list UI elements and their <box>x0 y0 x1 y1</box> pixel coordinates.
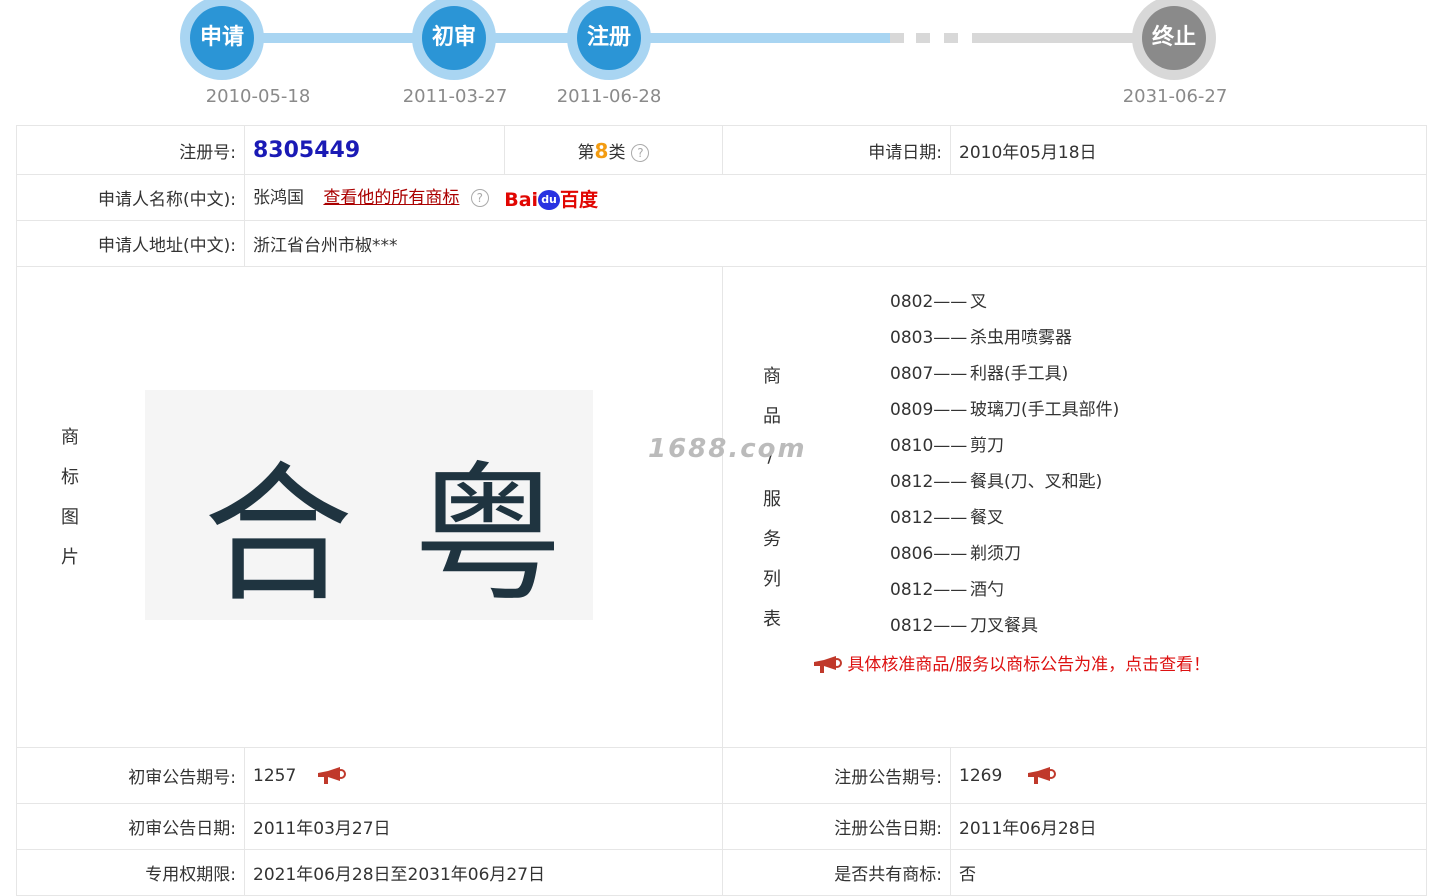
shared-value: 否 <box>950 849 1427 896</box>
help-icon[interactable]: ? <box>631 143 650 162</box>
goods-name: 利器(手工具) <box>970 364 1069 384</box>
goods-list: 0802—— 叉 0803—— 杀虫用喷雾器 0807—— 利器(手工具) 0809—— 玻璃… <box>890 284 1390 644</box>
goods-item: 0806—— 剃须刀 <box>890 536 1390 572</box>
goods-code: 0812—— <box>890 616 968 636</box>
status-timeline: 申请 2010-05-18 初审 2011-03-27 注册 2011-06-2… <box>0 0 1431 124</box>
trademark-image: 合 粤 <box>145 390 593 623</box>
reg-pub-date-label: 注册公告日期: <box>722 803 951 850</box>
reg-no-label: 注册号: <box>16 125 245 175</box>
goods-code: 0802—— <box>890 292 968 312</box>
megaphone-icon[interactable] <box>1026 766 1056 786</box>
goods-name: 餐叉 <box>970 508 1004 528</box>
goods-item: 0810—— 剪刀 <box>890 428 1390 464</box>
prelim-no-value: 1257 <box>253 765 297 786</box>
step-terminate-label: 终止 <box>1142 6 1206 70</box>
help-icon[interactable]: ? <box>470 189 489 208</box>
apply-date-value: 2010年05月18日 <box>950 125 1427 175</box>
baidu-logo-text-cn: 百度 <box>560 188 599 211</box>
trademark-char-2: 粤 <box>413 449 564 623</box>
goods-code: 0809—— <box>890 400 968 420</box>
goods-notice[interactable]: 具体核准商品/服务以商标公告为准，点击查看！ <box>812 650 1210 675</box>
goods-item: 0809—— 玻璃刀(手工具部件) <box>890 392 1390 428</box>
goods-name: 刀叉餐具 <box>970 616 1038 636</box>
goods-name: 叉 <box>970 292 987 312</box>
baidu-logo-text: Bai <box>504 188 539 211</box>
prelim-date-value: 2011年03月27日 <box>244 803 723 850</box>
megaphone-icon[interactable] <box>316 766 346 786</box>
step-terminate-date: 2031-06-27 <box>1122 86 1228 107</box>
step-apply-label: 申请 <box>190 6 254 70</box>
goods-code: 0810—— <box>890 436 968 456</box>
timeline-dash <box>890 33 904 43</box>
apply-date-label: 申请日期: <box>722 125 951 175</box>
goods-code: 0803—— <box>890 328 968 348</box>
goods-name: 玻璃刀(手工具部件) <box>970 400 1120 420</box>
step-register: 注册 <box>567 0 651 80</box>
baidu-search-button[interactable]: Bai du 百度 <box>504 185 598 212</box>
step-register-label: 注册 <box>577 6 641 70</box>
step-terminate: 终止 <box>1132 0 1216 80</box>
timeline-progress-bar <box>222 33 890 43</box>
exclusive-label: 专用权期限: <box>16 849 245 896</box>
goods-code: 0812—— <box>890 580 968 600</box>
step-prelim-date: 2011-03-27 <box>402 86 508 107</box>
reg-no-value: 8305449 <box>253 137 361 163</box>
baidu-paw-icon: du <box>538 190 561 211</box>
applicant-addr-value: 浙江省台州市椒*** <box>244 220 1427 267</box>
reg-pub-no-label: 注册公告期号: <box>722 747 951 804</box>
goods-name: 杀虫用喷雾器 <box>970 328 1072 348</box>
megaphone-icon <box>814 656 842 673</box>
view-all-trademarks-link[interactable]: 查看他的所有商标 <box>323 188 459 208</box>
goods-name: 酒勺 <box>970 580 1004 600</box>
applicant-addr-label: 申请人地址(中文): <box>16 220 245 267</box>
goods-name: 剪刀 <box>970 436 1004 456</box>
trademark-char-1: 合 <box>203 449 354 623</box>
goods-item: 0812—— 酒勺 <box>890 572 1390 608</box>
prelim-no-label: 初审公告期号: <box>16 747 245 804</box>
class-prefix: 第 <box>577 142 595 163</box>
goods-code: 0806—— <box>890 544 968 564</box>
applicant-name-value: 张鸿国 <box>253 188 304 209</box>
goods-notice-text: 具体核准商品/服务以商标公告为准，点击查看！ <box>847 655 1211 675</box>
goods-item: 0812—— 餐具(刀、叉和匙) <box>890 464 1390 500</box>
step-apply: 申请 <box>180 0 264 80</box>
shared-label: 是否共有商标: <box>722 849 951 896</box>
goods-item: 0812—— 刀叉餐具 <box>890 608 1390 644</box>
prelim-date-label: 初审公告日期: <box>16 803 245 850</box>
applicant-name-label: 申请人名称(中文): <box>16 174 245 221</box>
goods-code: 0807—— <box>890 364 968 384</box>
goods-name: 剃须刀 <box>970 544 1021 564</box>
goods-list-label: 商品/服务列表 <box>760 365 781 649</box>
class-number: 8 <box>594 138 609 163</box>
reg-pub-date-value: 2011年06月28日 <box>950 803 1427 850</box>
watermark: 1688.com <box>648 434 807 464</box>
goods-name: 餐具(刀、叉和匙) <box>970 472 1103 492</box>
goods-item: 0812—— 餐叉 <box>890 500 1390 536</box>
timeline-dash <box>916 33 930 43</box>
step-prelim: 初审 <box>412 0 496 80</box>
timeline-dash <box>944 33 958 43</box>
step-apply-date: 2010-05-18 <box>205 86 311 107</box>
step-register-date: 2011-06-28 <box>556 86 662 107</box>
class-cell: 第8类? <box>504 125 723 175</box>
reg-pub-no-value: 1269 <box>959 765 1003 786</box>
goods-code: 0812—— <box>890 508 968 528</box>
goods-code: 0812—— <box>890 472 968 492</box>
step-prelim-label: 初审 <box>422 6 486 70</box>
exclusive-value: 2021年06月28日至2031年06月27日 <box>244 849 723 896</box>
goods-item: 0807—— 利器(手工具) <box>890 356 1390 392</box>
goods-item: 0803—— 杀虫用喷雾器 <box>890 320 1390 356</box>
goods-item: 0802—— 叉 <box>890 284 1390 320</box>
mark-image-label: 商标图片 <box>58 427 79 587</box>
class-suffix: 类 <box>608 142 626 163</box>
